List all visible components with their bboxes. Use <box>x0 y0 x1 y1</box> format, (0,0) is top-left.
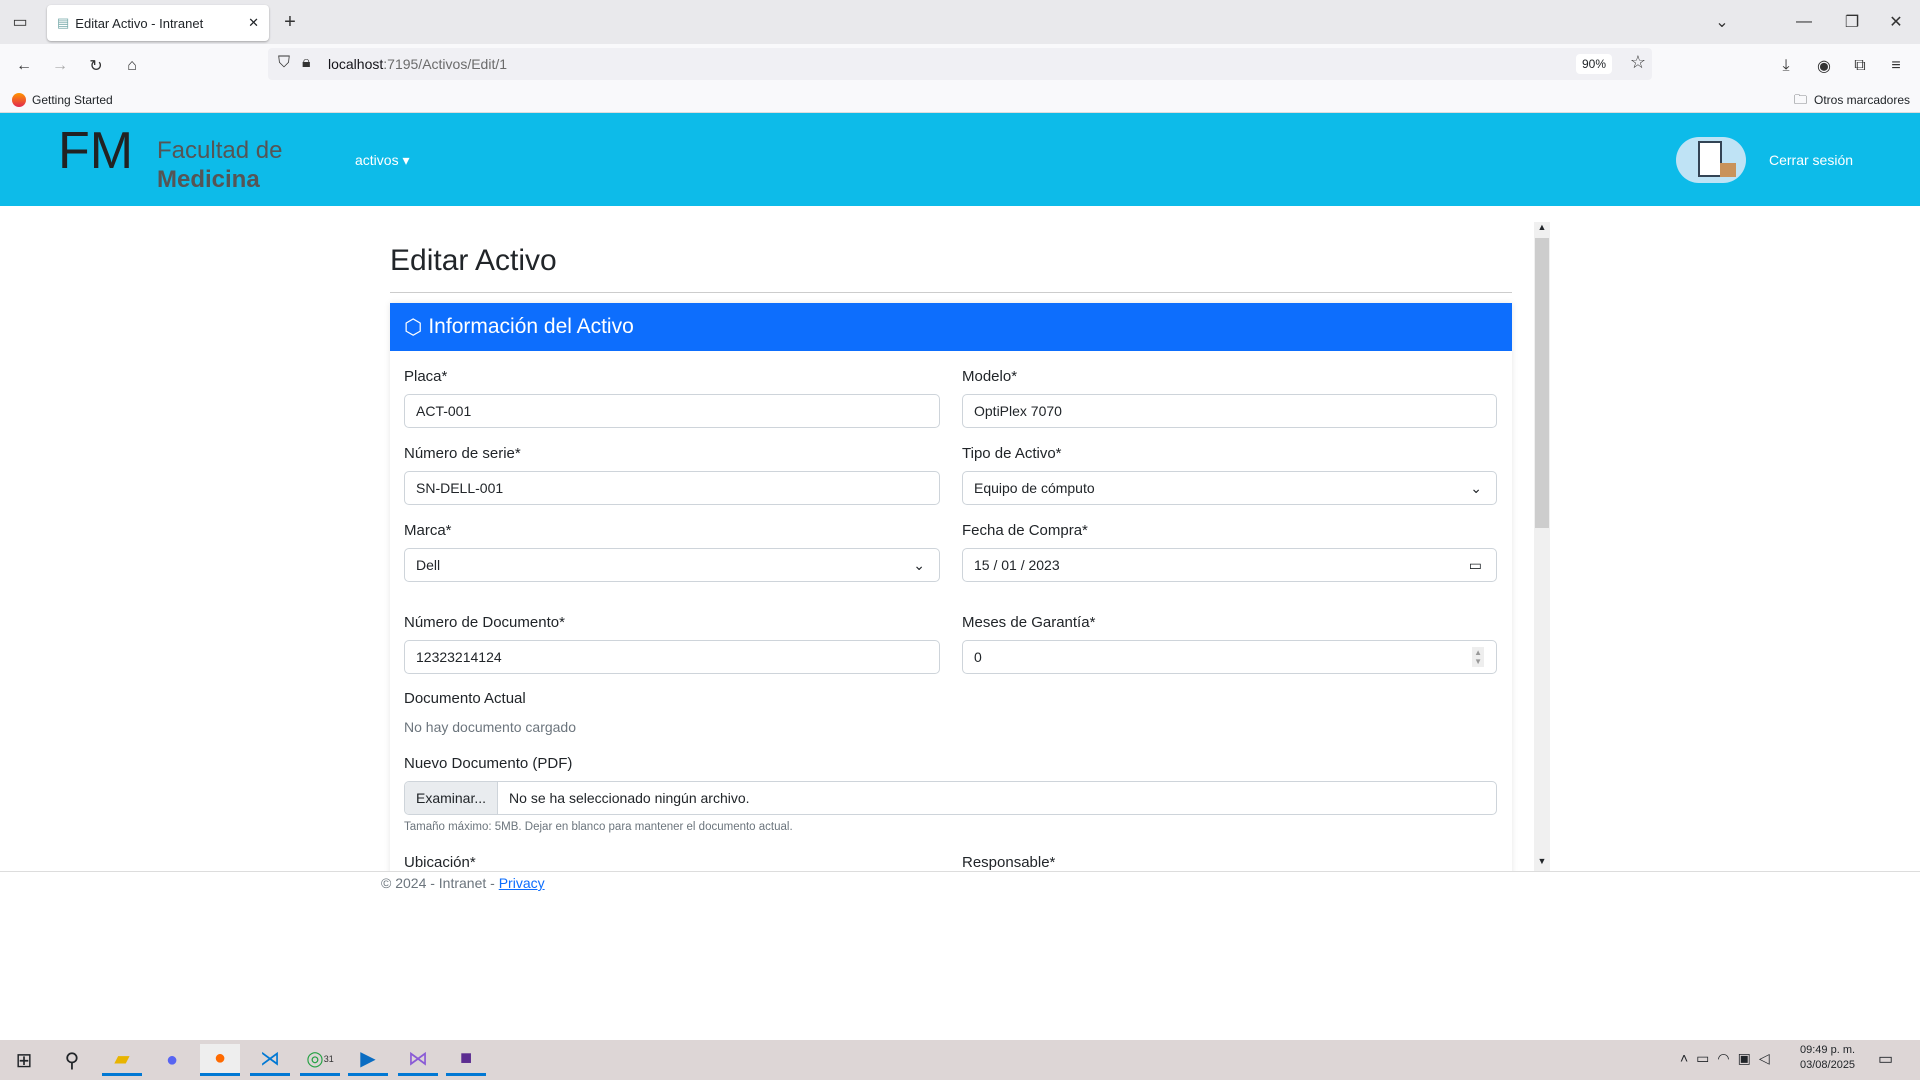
notifications-icon[interactable]: ▭ <box>1878 1049 1893 1069</box>
bookmark-getting-started[interactable]: Getting Started <box>32 93 113 107</box>
modelo-input[interactable]: OptiPlex 7070 <box>962 394 1497 428</box>
search-icon[interactable]: ⚲ <box>52 1044 92 1076</box>
placa-label: Placa* <box>404 368 448 385</box>
back-icon[interactable]: ← <box>12 54 36 78</box>
whatsapp-icon[interactable]: ◎ 31 <box>300 1044 340 1076</box>
chevron-down-icon: ⌄ <box>1470 479 1482 496</box>
file-explorer-icon[interactable]: ▰ <box>102 1044 142 1076</box>
scrollbar[interactable]: ▲ ▼ <box>1534 222 1550 871</box>
chevron-down-icon[interactable]: ⌄ <box>1710 10 1734 34</box>
logout-link[interactable]: Cerrar sesión <box>1769 152 1853 168</box>
terminal-icon[interactable]: ■ <box>446 1044 486 1076</box>
account-icon[interactable]: ◉ <box>1812 54 1836 78</box>
reload-icon[interactable]: ↻ <box>84 54 108 78</box>
discord-icon[interactable]: ● <box>152 1044 192 1076</box>
marca-select[interactable]: Dell ⌄ <box>404 548 940 582</box>
clipboard-illustration <box>1676 137 1746 183</box>
serie-input[interactable]: SN-DELL-001 <box>404 471 940 505</box>
tipo-label: Tipo de Activo* <box>962 445 1062 462</box>
file-input[interactable]: Examinar... No se ha seleccionado ningún… <box>404 781 1497 815</box>
nuevo-doc-label: Nuevo Documento (PDF) <box>404 755 573 772</box>
zoom-level[interactable]: 90% <box>1575 54 1612 74</box>
lock-icon: 🔒︎ <box>302 54 311 71</box>
serie-label: Número de serie* <box>404 445 521 462</box>
close-window-icon[interactable]: ✕ <box>1884 10 1908 34</box>
chevron-down-icon: ⌄ <box>913 556 925 573</box>
logo-line1: Facultad de <box>157 137 283 164</box>
url-host: localhost <box>328 56 384 72</box>
divider <box>390 292 1512 293</box>
garantia-label: Meses de Garantía* <box>962 614 1096 631</box>
fecha-input[interactable]: 15 / 01 / 2023 ▭ <box>962 548 1497 582</box>
firefox-taskbar-icon[interactable]: ● <box>200 1044 240 1076</box>
fecha-label: Fecha de Compra* <box>962 522 1088 539</box>
media-player-icon[interactable]: ▶ <box>348 1044 388 1076</box>
card-header: ⬡ Información del Activo <box>390 303 1512 351</box>
site-header: FM Facultad de Medicina activos ▾ Cerrar… <box>0 113 1920 206</box>
modelo-label: Modelo* <box>962 368 1018 385</box>
responsable-label: Responsable* <box>962 854 1056 871</box>
other-bookmarks[interactable]: Otros marcadores <box>1814 93 1910 107</box>
system-tray-icons[interactable]: ˄▭◠▣◁ <box>1680 1050 1778 1067</box>
restore-icon[interactable]: ❐ <box>1840 10 1864 34</box>
file-help-text: Tamaño máximo: 5MB. Dejar en blanco para… <box>404 821 793 833</box>
visual-studio-icon[interactable]: ⋈ <box>398 1044 438 1076</box>
content-area: Editar Activo ⬡ Información del Activo Pl… <box>0 206 1920 872</box>
menu-icon[interactable]: ≡ <box>1884 54 1908 78</box>
vscode-icon[interactable]: ⋊ <box>250 1044 290 1076</box>
garantia-input[interactable]: 0 ▲ ▼ <box>962 640 1497 674</box>
privacy-link[interactable]: Privacy <box>499 875 545 891</box>
doc-actual-label: Documento Actual <box>404 690 526 707</box>
page-icon: ▤ <box>57 15 70 30</box>
placa-input[interactable]: ACT-001 <box>404 394 940 428</box>
taskbar: ⊞ ⚲ ▰ ● ● ⋊ ◎ 31 ▶ ⋈ ■ ˄▭◠▣◁ 09:49 p. m. 0… <box>0 1040 1920 1080</box>
bookmark-star-icon[interactable]: ☆ <box>1630 52 1646 73</box>
home-icon[interactable]: ⌂ <box>120 54 144 78</box>
address-bar[interactable]: ⛉ 🔒︎ localhost :7195/Activos/Edit/1 90% … <box>268 48 1652 80</box>
tab-list-icon[interactable]: ▭ <box>8 10 32 34</box>
calendar-icon[interactable]: ▭ <box>1469 557 1482 574</box>
folder-icon: 🗀 <box>1794 92 1808 107</box>
extensions-icon[interactable]: ⧉ <box>1848 54 1872 78</box>
logo-line2: Medicina <box>157 166 260 193</box>
marca-label: Marca* <box>404 522 452 539</box>
box-icon: ⬡ <box>404 315 423 339</box>
scroll-up-icon[interactable]: ▲ <box>1534 222 1550 236</box>
browse-button[interactable]: Examinar... <box>405 782 499 814</box>
browser-tab-bar: ▭ ▤ Editar Activo - Intranet ✕ + ⌄ — ❐ ✕ <box>0 0 1920 44</box>
file-name: No se ha seleccionado ningún archivo. <box>509 790 750 806</box>
clock[interactable]: 09:49 p. m. 03/08/2025 <box>1800 1044 1855 1071</box>
logo-initials[interactable]: FM <box>58 121 133 181</box>
tab-title: Editar Activo - Intranet <box>75 15 204 31</box>
page-title: Editar Activo <box>390 244 557 277</box>
browser-tab[interactable]: ▤ Editar Activo - Intranet ✕ <box>47 5 269 41</box>
new-tab-icon[interactable]: + <box>278 10 302 34</box>
nav-activos-dropdown[interactable]: activos ▾ <box>355 152 410 169</box>
close-tab-icon[interactable]: ✕ <box>248 15 259 31</box>
download-icon[interactable]: ⤓ <box>1774 54 1798 78</box>
scrollbar-thumb[interactable] <box>1535 238 1549 528</box>
footer: © 2024 - Intranet - Privacy <box>381 875 545 891</box>
ubicacion-label: Ubicación* <box>404 854 476 871</box>
windows-start-icon[interactable]: ⊞ <box>4 1044 44 1076</box>
bookmarks-bar: Getting Started 🗀 Otros marcadores <box>0 88 1920 113</box>
forward-icon[interactable]: → <box>48 54 72 78</box>
minimize-icon[interactable]: — <box>1792 10 1816 34</box>
documento-input[interactable]: 12323214124 <box>404 640 940 674</box>
spinner-icon[interactable]: ▲ ▼ <box>1472 647 1484 667</box>
footer-text: © 2024 - Intranet - <box>381 875 499 891</box>
documento-label: Número de Documento* <box>404 614 565 631</box>
scroll-down-icon[interactable]: ▼ <box>1534 856 1550 870</box>
doc-actual-value: No hay documento cargado <box>404 719 576 735</box>
url-path: :7195/Activos/Edit/1 <box>383 56 508 72</box>
shield-icon: ⛉ <box>278 54 291 71</box>
firefox-icon <box>12 93 26 107</box>
tipo-select[interactable]: Equipo de cómputo ⌄ <box>962 471 1497 505</box>
